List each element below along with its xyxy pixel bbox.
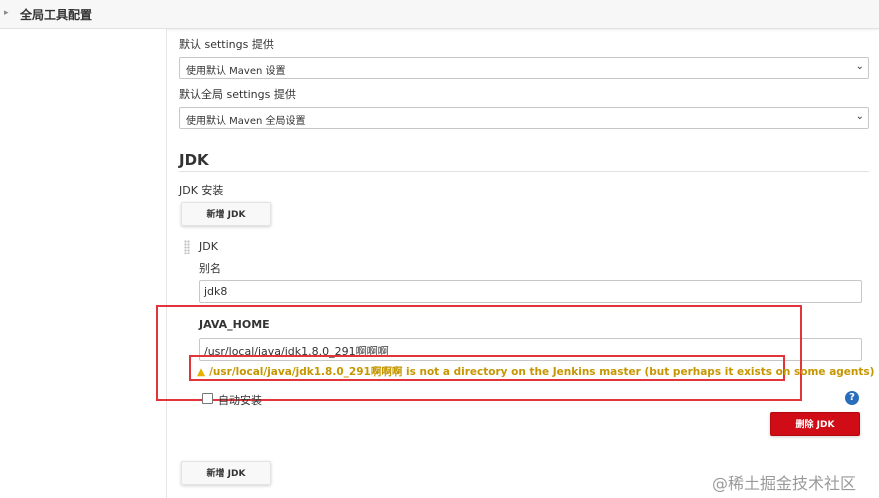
add-jdk-button-bottom[interactable]: 新增 JDK: [181, 461, 271, 485]
warning-text: /usr/local/java/jdk1.8.0_291啊啊啊 is not a…: [209, 366, 875, 378]
delete-jdk-button[interactable]: 删除 JDK: [770, 412, 860, 436]
highlight-box: [156, 305, 802, 401]
drag-handle-icon[interactable]: [184, 240, 190, 254]
warning-icon: ▲: [197, 366, 206, 378]
maven-settings-value: 使用默认 Maven 设置: [186, 66, 286, 77]
sidebar: [0, 29, 167, 498]
section-divider: [179, 171, 869, 172]
chevron-down-icon: ⌄: [855, 111, 864, 122]
maven-settings-label: 默认 settings 提供: [179, 38, 274, 51]
page-title: 全局工具配置: [20, 8, 93, 22]
jdk-item-title: JDK: [199, 240, 218, 253]
chevron-right-icon[interactable]: ▸: [4, 8, 9, 18]
alias-input[interactable]: jdk8: [199, 280, 862, 303]
maven-settings-select[interactable]: 使用默认 Maven 设置 ⌄: [179, 57, 869, 79]
jdk-section-title: JDK: [179, 151, 209, 169]
alias-label: 别名: [199, 262, 221, 275]
maven-global-settings-value: 使用默认 Maven 全局设置: [186, 116, 306, 127]
top-bar: ▸ 全局工具配置: [0, 0, 879, 29]
watermark: @稀土掘金技术社区: [712, 474, 857, 493]
add-jdk-button[interactable]: 新增 JDK: [181, 202, 271, 226]
maven-global-settings-select[interactable]: 使用默认 Maven 全局设置 ⌄: [179, 107, 869, 129]
auto-install-checkbox[interactable]: [202, 393, 213, 404]
auto-install-label: 自动安装: [218, 394, 262, 407]
java-home-warning: ▲/usr/local/java/jdk1.8.0_291啊啊啊 is not …: [197, 364, 874, 379]
chevron-down-icon: ⌄: [855, 61, 864, 72]
help-icon[interactable]: ?: [845, 391, 859, 405]
maven-global-settings-label: 默认全局 settings 提供: [179, 88, 296, 101]
jdk-install-label: JDK 安装: [179, 184, 224, 197]
